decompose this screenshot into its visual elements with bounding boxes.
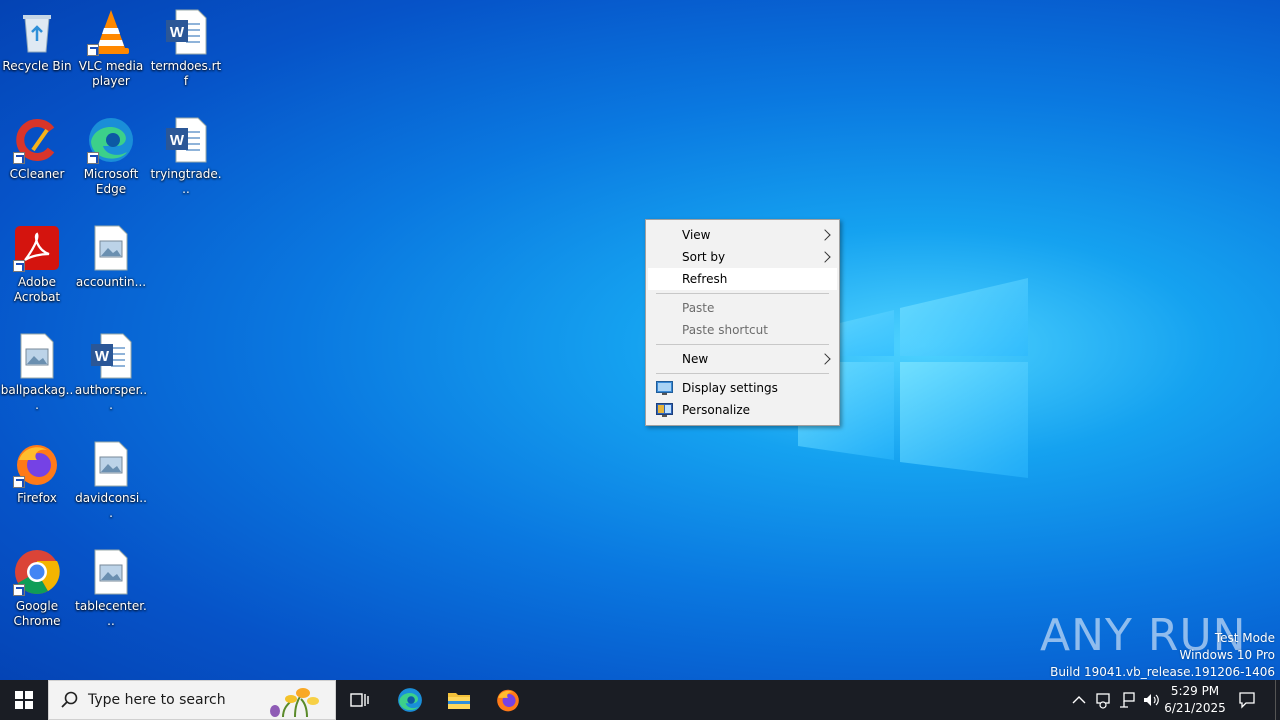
volume-icon[interactable]: [1142, 691, 1160, 709]
start-button[interactable]: [0, 680, 48, 720]
taskbar-file-explorer-button[interactable]: [435, 680, 483, 720]
menu-item-paste-shortcut[interactable]: Paste shortcut: [648, 319, 837, 341]
desktop-icon-termdoes[interactable]: W termdoes.rtf: [149, 8, 223, 89]
chevron-up-icon[interactable]: [1070, 691, 1088, 709]
chrome-icon: [13, 548, 61, 596]
menu-separator: [656, 373, 829, 374]
edge-icon: [87, 116, 135, 164]
word-doc-icon: W: [162, 8, 210, 56]
build-text: Build 19041.vb_release.191206-1406: [1050, 665, 1275, 679]
display-settings-icon: [656, 381, 673, 395]
clock-time: 5:29 PM: [1170, 684, 1220, 698]
menu-separator: [656, 293, 829, 294]
acrobat-icon: [13, 224, 61, 272]
edge-icon: [398, 688, 422, 712]
search-highlight-flowers-icon: [270, 688, 319, 718]
network-icon[interactable]: [1118, 691, 1136, 709]
image-file-icon: [87, 440, 135, 488]
show-desktop-button[interactable]: [1275, 680, 1280, 720]
image-file-icon: [87, 548, 135, 596]
recycle-bin-icon: [13, 8, 61, 56]
security-center-icon[interactable]: [1094, 691, 1112, 709]
desktop-icon-recycle-bin[interactable]: Recycle Bin: [0, 8, 74, 74]
task-view-icon: [350, 693, 369, 707]
desktop-icon-microsoft-edge[interactable]: Microsoft Edge: [74, 116, 148, 197]
windows-watermark: Test Mode Windows 10 Pro Build 19041.vb_…: [1050, 630, 1275, 681]
desktop-icon-tablecenter[interactable]: tablecenter...: [74, 548, 148, 629]
taskbar-edge-button[interactable]: [386, 680, 434, 720]
task-view-button[interactable]: [336, 680, 384, 720]
taskbar-clock[interactable]: 5:29 PM 6/21/2025: [1160, 683, 1230, 717]
desktop-icon-authorsper[interactable]: W authorsper...: [74, 332, 148, 413]
menu-item-new[interactable]: New: [648, 348, 837, 370]
taskbar-search-box[interactable]: Type here to search: [48, 680, 336, 720]
menu-item-sort-by[interactable]: Sort by: [648, 246, 837, 268]
menu-item-paste[interactable]: Paste: [648, 297, 837, 319]
menu-item-view[interactable]: View: [648, 224, 837, 246]
action-center-icon[interactable]: [1238, 691, 1256, 709]
desktop-icon-ballpackage[interactable]: ballpackag...: [0, 332, 74, 413]
file-explorer-icon: [448, 693, 470, 709]
image-file-icon: [87, 224, 135, 272]
menu-item-display-settings[interactable]: Display settings: [648, 377, 837, 399]
firefox-icon: [497, 689, 519, 712]
submenu-arrow-icon: [819, 353, 831, 365]
menu-item-refresh[interactable]: Refresh: [648, 268, 837, 290]
menu-item-personalize[interactable]: Personalize: [648, 399, 837, 421]
desktop-icon-accounting[interactable]: accountin...: [74, 224, 148, 290]
svg-text:W: W: [170, 132, 185, 149]
desktop-icon-adobe-acrobat[interactable]: Adobe Acrobat: [0, 224, 74, 305]
taskbar-firefox-button[interactable]: [484, 680, 532, 720]
vlc-icon: [87, 8, 135, 56]
desktop-icon-google-chrome[interactable]: Google Chrome: [0, 548, 74, 629]
svg-text:W: W: [95, 348, 110, 365]
search-icon: [61, 691, 78, 708]
submenu-arrow-icon: [819, 251, 831, 263]
windows-start-icon: [15, 691, 33, 709]
submenu-arrow-icon: [819, 229, 831, 241]
firefox-icon: [13, 440, 61, 488]
word-doc-icon: W: [87, 332, 135, 380]
edition-text: Windows 10 Pro: [1179, 648, 1275, 662]
search-placeholder: Type here to search: [88, 692, 226, 708]
desktop-icon-ccleaner[interactable]: CCleaner: [0, 116, 74, 182]
word-doc-icon: W: [162, 116, 210, 164]
ccleaner-icon: [13, 116, 61, 164]
image-file-icon: [13, 332, 61, 380]
personalize-icon: [656, 403, 673, 417]
desktop-icon-firefox[interactable]: Firefox: [0, 440, 74, 506]
menu-separator: [656, 344, 829, 345]
taskbar: Type here to search 5:29 PM 6/21/2025: [0, 680, 1280, 720]
test-mode-text: Test Mode: [1214, 631, 1275, 645]
desktop-icon-tryingtrade[interactable]: W tryingtrade...: [149, 116, 223, 197]
svg-text:W: W: [170, 24, 185, 41]
desktop-context-menu: View Sort by Refresh Paste Paste shortcu…: [645, 219, 840, 426]
clock-date: 6/21/2025: [1164, 701, 1226, 715]
desktop-icon-vlc[interactable]: VLC media player: [74, 8, 148, 89]
desktop-icon-davidconsi[interactable]: davidconsi...: [74, 440, 148, 521]
